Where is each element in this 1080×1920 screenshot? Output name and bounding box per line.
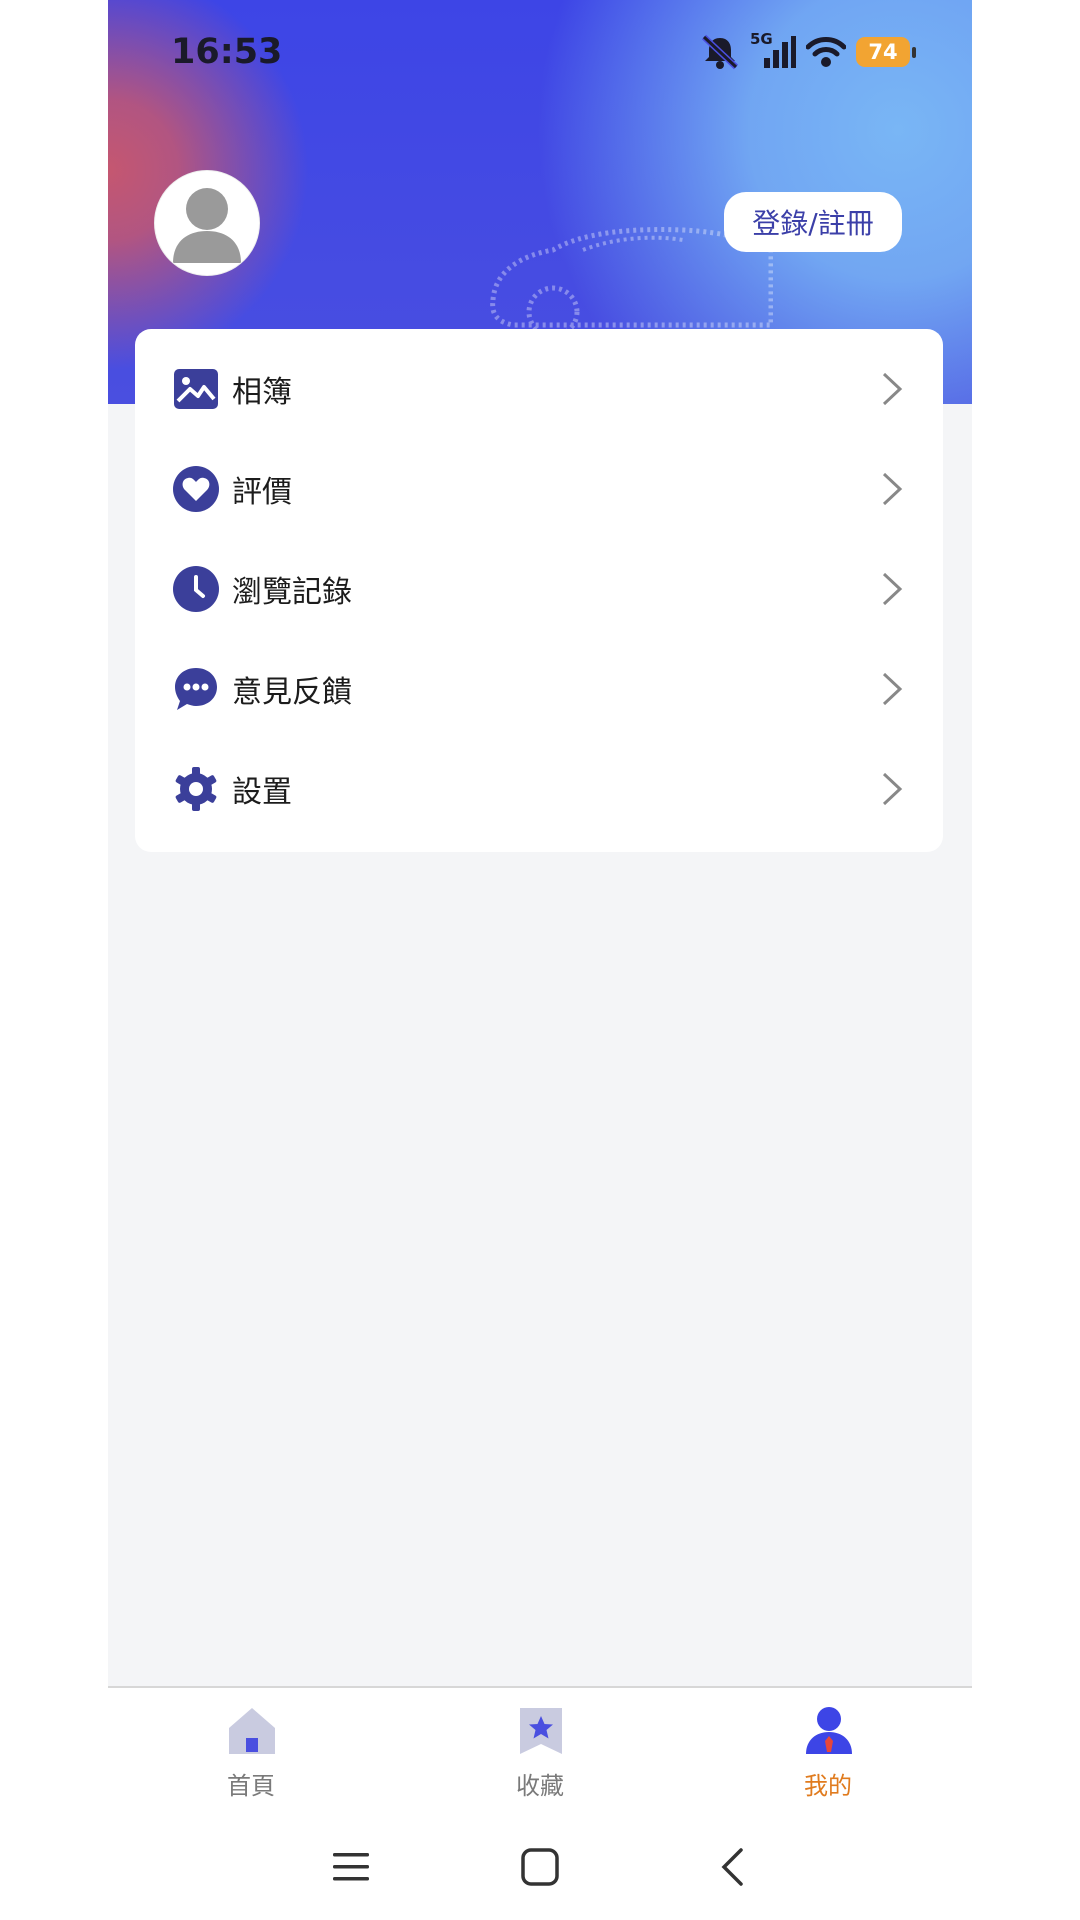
status-icons: 5G 74	[700, 30, 916, 74]
menu-card: 相簿 評價 瀏覽記錄 意見反饋 設置	[135, 329, 943, 852]
battery-icon: 74	[856, 37, 916, 67]
chevron-right-icon	[882, 372, 903, 406]
signal-icon: 5G	[750, 30, 796, 70]
battery-level: 74	[868, 40, 898, 64]
gear-icon	[173, 766, 219, 812]
heart-icon	[173, 466, 219, 512]
user-avatar-icon[interactable]	[154, 170, 260, 276]
back-arrow-icon	[721, 1848, 743, 1886]
tab-label: 收藏	[516, 1772, 564, 1800]
chevron-right-icon	[882, 672, 903, 706]
login-register-button[interactable]: 登錄/註冊	[724, 192, 902, 252]
chat-bubble-icon	[173, 666, 219, 712]
menu-label: 評價	[232, 475, 292, 510]
app-screen: 16:53 5G 74 登錄/註冊 相簿 評價 瀏覽記錄 意見反饋 設置 首頁 …	[108, 0, 972, 1920]
home-nav-button[interactable]	[510, 1837, 570, 1897]
bottom-tab-bar: 首頁 收藏 我的	[108, 1686, 972, 1813]
menu-item-history[interactable]: 瀏覽記錄	[135, 539, 943, 639]
menu-item-reviews[interactable]: 評價	[135, 439, 943, 539]
home-icon	[229, 1708, 275, 1754]
back-nav-button[interactable]	[702, 1837, 762, 1897]
menu-item-album[interactable]: 相簿	[135, 339, 943, 439]
menu-label: 設置	[232, 775, 292, 810]
clock-icon	[173, 566, 219, 612]
tab-mine[interactable]: 我的	[728, 1688, 928, 1813]
bookmark-star-icon	[520, 1708, 562, 1754]
tab-home[interactable]: 首頁	[151, 1688, 351, 1813]
wifi-icon	[806, 37, 846, 67]
tab-label: 我的	[804, 1772, 852, 1800]
square-icon	[521, 1848, 559, 1886]
menu-label: 意見反饋	[232, 675, 352, 710]
menu-item-feedback[interactable]: 意見反饋	[135, 639, 943, 739]
status-bar: 16:53 5G 74	[108, 0, 972, 110]
menu-label: 瀏覽記錄	[232, 575, 352, 610]
chevron-right-icon	[882, 772, 903, 806]
menu-label: 相簿	[232, 375, 292, 410]
mute-bell-icon	[701, 34, 739, 70]
chevron-right-icon	[882, 472, 903, 506]
menu-item-settings[interactable]: 設置	[135, 739, 943, 839]
recent-apps-button[interactable]	[321, 1837, 381, 1897]
profile-icon	[806, 1707, 852, 1754]
system-nav-bar	[108, 1811, 972, 1920]
menu-lines-icon	[333, 1853, 369, 1881]
tab-favorites[interactable]: 收藏	[440, 1688, 640, 1813]
status-time: 16:53	[171, 32, 283, 72]
chevron-right-icon	[882, 572, 903, 606]
photo-album-icon	[173, 366, 219, 412]
tab-label: 首頁	[227, 1772, 275, 1800]
